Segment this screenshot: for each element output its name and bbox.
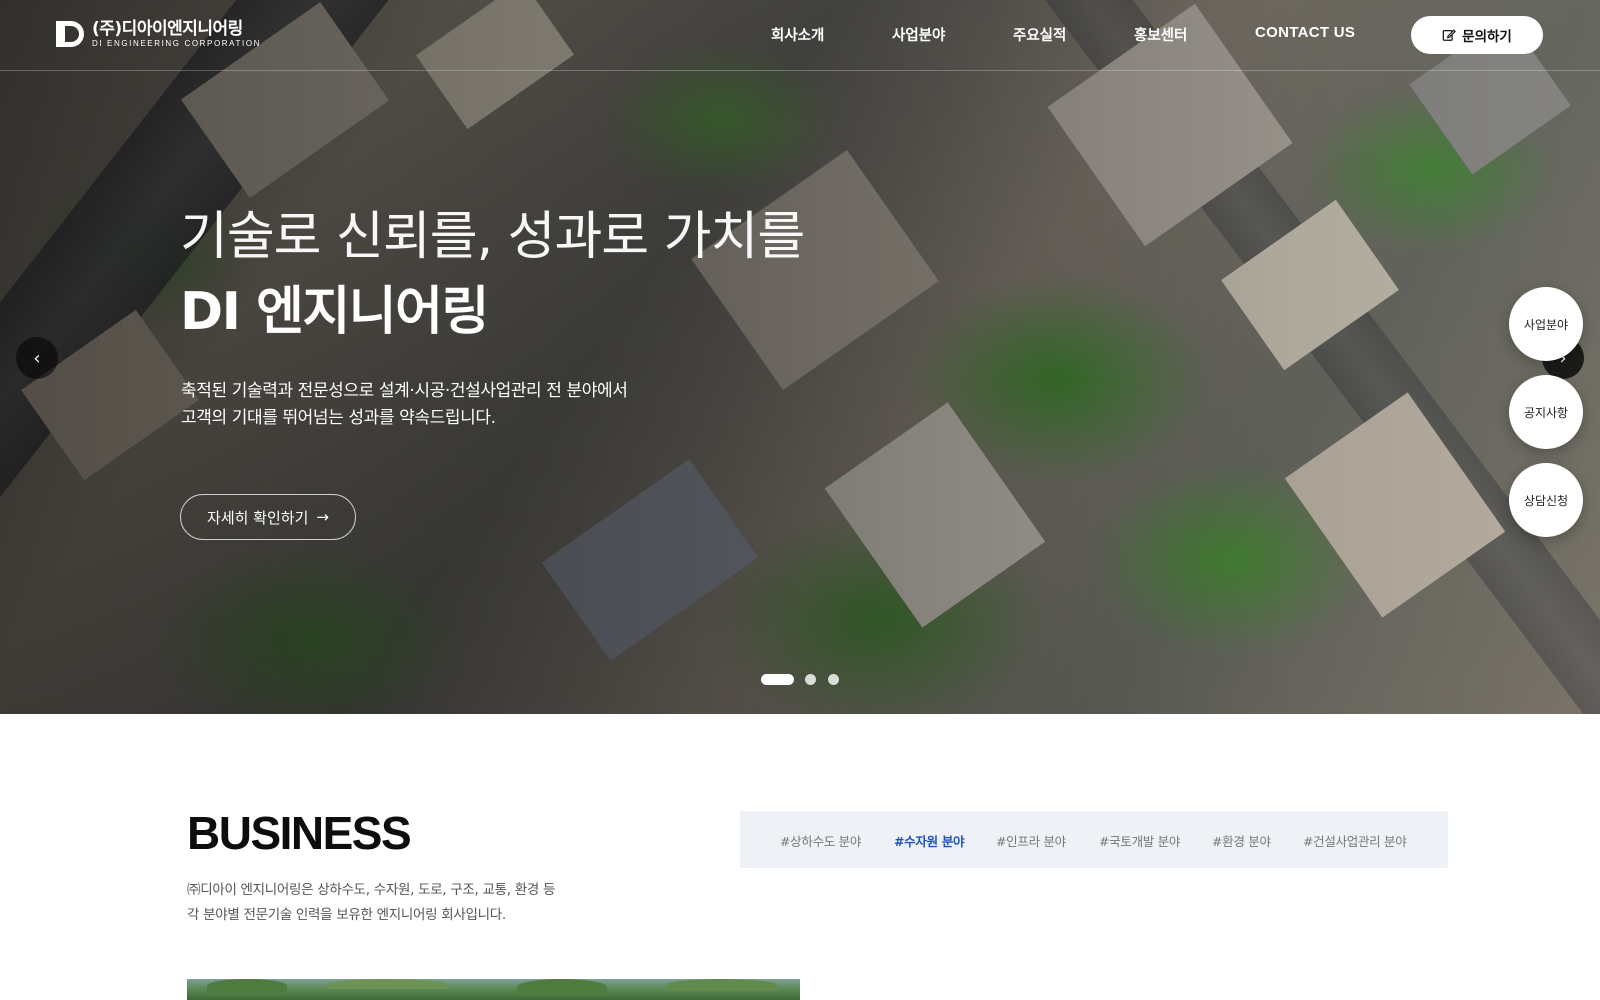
- logo-name-kr: (주)디아이엔지니어링: [92, 19, 243, 39]
- business-desc-line1: ㈜디아이 엔지니어링은 상하수도, 수자원, 도로, 구조, 교통, 환경 등: [187, 882, 556, 898]
- business-description: ㈜디아이 엔지니어링은 상하수도, 수자원, 도로, 구조, 교통, 환경 등 …: [187, 878, 555, 927]
- logo-text: (주)디아이엔지니어링 DI ENGINEERING CORPORATION: [92, 19, 261, 49]
- quick-menu-consult[interactable]: 상담신청: [1509, 463, 1583, 537]
- hero-cta-label: 자세히 확인하기: [207, 508, 309, 527]
- hero-slider: (주)디아이엔지니어링 DI ENGINEERING CORPORATION 회…: [0, 0, 1600, 714]
- site-header: (주)디아이엔지니어링 DI ENGINEERING CORPORATION 회…: [0, 0, 1600, 71]
- quick-menu-business[interactable]: 사업분야: [1509, 287, 1583, 361]
- slider-dot-2[interactable]: [805, 674, 816, 685]
- tab-environment[interactable]: #환경 분야: [1212, 831, 1271, 850]
- arrow-right-icon: →: [316, 508, 329, 526]
- quick-menu-notice[interactable]: 공지사항: [1509, 375, 1583, 449]
- tab-infrastructure[interactable]: #인프라 분야: [996, 831, 1066, 850]
- business-image: [187, 979, 800, 1000]
- nav-business[interactable]: 사업분야: [892, 24, 945, 45]
- hero-cta-button[interactable]: 자세히 확인하기 →: [180, 494, 356, 540]
- hero-description: 축적된 기술력과 전문성으로 설계·시공·건설사업관리 전 분야에서 고객의 기…: [181, 378, 628, 432]
- nav-portfolio[interactable]: 주요실적: [1013, 24, 1066, 45]
- logo-name-en: DI ENGINEERING CORPORATION: [92, 39, 262, 48]
- hero-overlay: [0, 0, 1600, 714]
- tab-land-development[interactable]: #국토개발 분야: [1099, 831, 1180, 850]
- edit-icon: [1442, 29, 1457, 41]
- hero-desc-line1: 축적된 기술력과 전문성으로 설계·시공·건설사업관리 전 분야에서: [181, 381, 628, 401]
- inquiry-button[interactable]: 문의하기: [1411, 16, 1543, 54]
- tab-water-resources[interactable]: #수자원 분야: [894, 831, 965, 850]
- business-title: BUSINESS: [187, 807, 412, 859]
- site-logo[interactable]: (주)디아이엔지니어링 DI ENGINEERING CORPORATION: [56, 19, 261, 49]
- inquiry-label: 문의하기: [1462, 29, 1512, 45]
- slider-prev-button[interactable]: ‹: [16, 337, 58, 379]
- hero-desc-line2: 고객의 기대를 뛰어넘는 성과를 약속드립니다.: [181, 408, 496, 428]
- chevron-left-icon: ‹: [33, 347, 41, 369]
- hero-title-line1: 기술로 신뢰를, 성과로 가치를: [180, 207, 805, 267]
- tab-construction-management[interactable]: #건설사업관리 분야: [1303, 831, 1407, 850]
- slider-dot-3[interactable]: [828, 674, 839, 685]
- nav-pr-center[interactable]: 홍보센터: [1134, 24, 1187, 45]
- nav-company[interactable]: 회사소개: [771, 24, 824, 45]
- slider-dot-1[interactable]: [761, 674, 794, 685]
- business-desc-line2: 각 분야별 전문기술 인력을 보유한 엔지니어링 회사입니다.: [187, 906, 506, 923]
- logo-mark-icon: [56, 19, 84, 49]
- business-tabs: #상하수도 분야 #수자원 분야 #인프라 분야 #국토개발 분야 #환경 분야…: [740, 811, 1448, 868]
- nav-contact[interactable]: CONTACT US: [1255, 24, 1355, 41]
- hero-title-line2: DI 엔지니어링: [180, 282, 489, 342]
- tab-water-sewage[interactable]: #상하수도 분야: [780, 831, 861, 850]
